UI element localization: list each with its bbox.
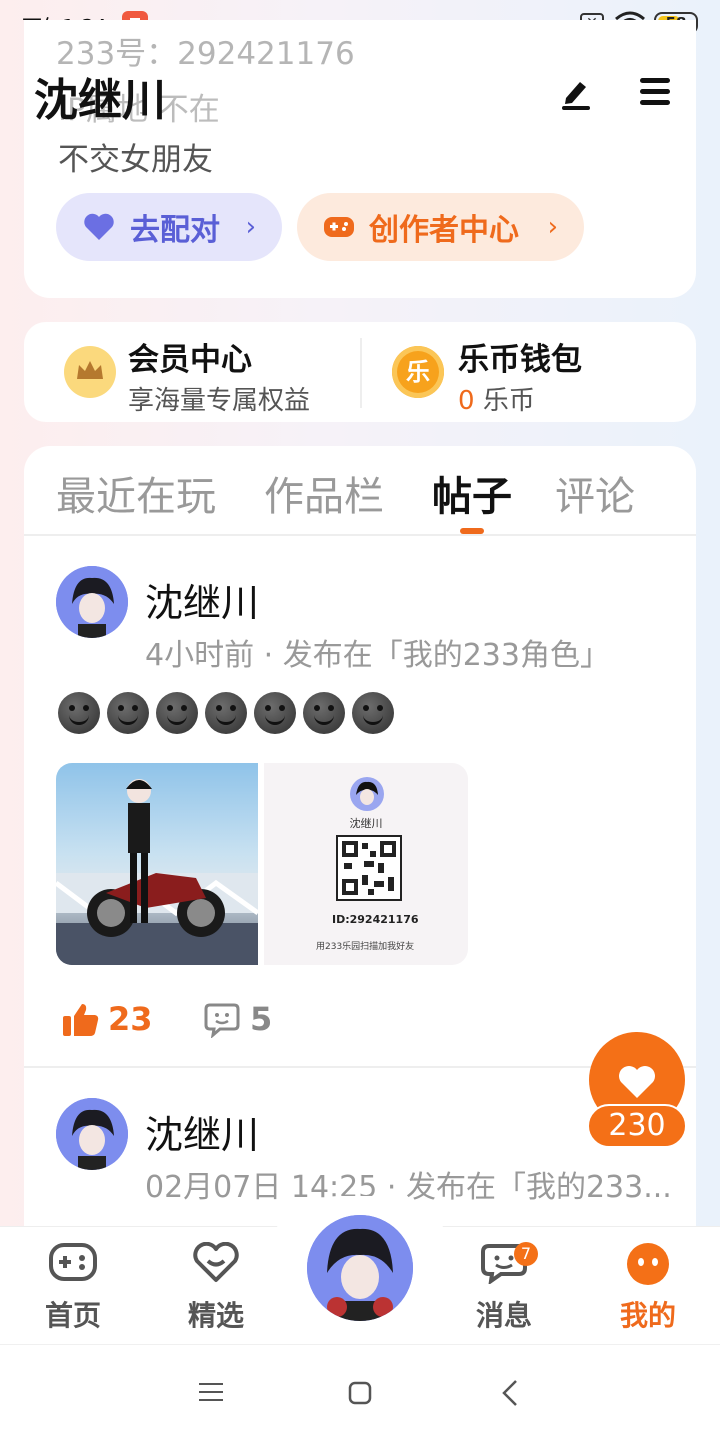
menu-lines-icon[interactable] <box>198 1381 224 1403</box>
nav-featured-label: 精选 <box>187 1299 244 1332</box>
post-image[interactable] <box>56 763 258 965</box>
nav-home[interactable]: 首页 <box>18 1242 128 1332</box>
message-badge: 7 <box>514 1242 538 1266</box>
menu-icon[interactable] <box>638 76 674 108</box>
smiley-emoji-icon <box>156 692 198 734</box>
chevron-right-icon: › <box>547 212 558 242</box>
post-image-qr-card[interactable]: 沈继川 ID:292421176 用233乐园扫描加我好友 <box>264 763 468 965</box>
wallet-title[interactable]: 乐币钱包 <box>458 334 582 379</box>
smiley-emoji-icon <box>107 692 149 734</box>
qr-card-hint: 用233乐园扫描加我好友 <box>316 942 415 952</box>
system-nav-bar <box>0 1344 720 1441</box>
face-icon <box>627 1243 669 1285</box>
heart-icon <box>84 213 114 240</box>
post-author-name[interactable]: 沈继川 <box>145 572 259 627</box>
gamepad-icon <box>49 1243 97 1281</box>
coin-unit: 乐币 <box>482 386 535 416</box>
thumbs-up-icon[interactable] <box>62 1002 100 1038</box>
page-title: 沈继川 <box>34 75 166 126</box>
heart-count: 230 <box>587 1104 687 1148</box>
wallet-balance: 0 乐币 <box>458 380 535 417</box>
post-author-avatar[interactable] <box>56 1098 128 1170</box>
match-button[interactable]: 去配对 › <box>56 193 282 261</box>
post-author-name[interactable]: 沈继川 <box>145 1104 259 1159</box>
qr-card-id: ID:292421176 <box>332 913 419 926</box>
qr-card-name: 沈继川 <box>349 817 383 830</box>
member-center-title[interactable]: 会员中心 <box>128 334 252 379</box>
like-count: 23 <box>108 1000 153 1038</box>
nav-mine-label: 我的 <box>619 1299 676 1332</box>
creator-button-label: 创作者中心 <box>369 213 519 248</box>
gamepad-icon <box>324 217 354 237</box>
nav-featured[interactable]: 精选 <box>161 1241 271 1332</box>
nav-mine[interactable]: 我的 <box>593 1242 703 1332</box>
tab-posts[interactable]: 帖子 <box>432 464 512 522</box>
qr-code <box>336 835 402 901</box>
divider <box>360 338 362 408</box>
smiley-emoji-icon <box>352 692 394 734</box>
coin-icon[interactable]: 乐 <box>392 346 444 398</box>
match-button-label: 去配对 <box>130 213 220 248</box>
crown-icon[interactable] <box>64 346 116 398</box>
tab-comments[interactable]: 评论 <box>555 464 635 522</box>
chevron-right-icon: › <box>245 212 256 242</box>
tab-recent[interactable]: 最近在玩 <box>56 464 216 522</box>
nav-messages-label: 消息 <box>475 1299 532 1332</box>
post-meta: 02月07日 14:25 · 发布在「我的233... <box>145 1170 672 1205</box>
tab-works[interactable]: 作品栏 <box>264 464 384 522</box>
coin-count: 0 <box>458 386 475 416</box>
smiley-emoji-icon <box>58 692 100 734</box>
nav-messages[interactable]: 消息 <box>449 1242 559 1332</box>
back-icon[interactable] <box>500 1379 520 1407</box>
comment-count: 5 <box>250 1000 273 1038</box>
bio-text: 不交女朋友 <box>58 142 213 178</box>
divider <box>24 534 696 536</box>
smiley-emoji-icon <box>303 692 345 734</box>
edit-icon[interactable] <box>558 74 594 110</box>
post-text <box>58 692 394 734</box>
post-meta: 4小时前 · 发布在「我的233角色」 <box>145 638 610 673</box>
creator-center-button[interactable]: 创作者中心 › <box>297 193 584 261</box>
comment-icon[interactable] <box>204 1002 240 1038</box>
smiley-emoji-icon <box>205 692 247 734</box>
qr-card-avatar <box>350 777 384 811</box>
nav-home-label: 首页 <box>44 1299 101 1332</box>
nav-center-avatar[interactable] <box>304 1212 416 1324</box>
home-square-icon[interactable] <box>348 1381 372 1405</box>
heart-outline-icon <box>193 1241 239 1282</box>
member-center-subtitle: 享海量专属权益 <box>128 386 311 416</box>
post-author-avatar[interactable] <box>56 566 128 638</box>
smiley-emoji-icon <box>254 692 296 734</box>
